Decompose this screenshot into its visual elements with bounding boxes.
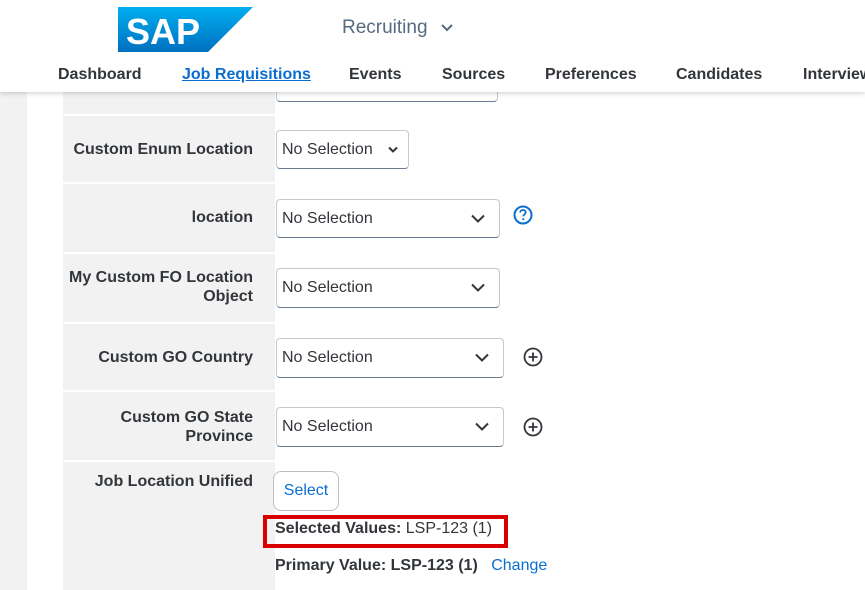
custom-go-country-select[interactable]: No Selection [276, 338, 504, 378]
field-label: Job Location Unified [94, 473, 253, 490]
field-label: location [191, 209, 253, 226]
logo-text: SAP [126, 11, 200, 52]
primary-value: Primary Value: LSP-123 (1) Change [275, 557, 547, 575]
nav-events[interactable]: Events [349, 66, 401, 84]
select-value: No Selection [282, 140, 373, 158]
field-label-line1: My Custom FO Location [69, 269, 253, 286]
location-select[interactable]: No Selection [276, 199, 500, 238]
nav-dashboard[interactable]: Dashboard [58, 66, 142, 84]
field-label: Custom Enum Location [73, 141, 253, 158]
select-value: No Selection [282, 279, 373, 296]
sap-logo[interactable]: SAP [118, 7, 253, 52]
field-label-line1: Custom GO State [120, 409, 253, 426]
chevron-down-icon [441, 24, 453, 32]
select-button[interactable]: Select [273, 471, 339, 511]
add-circle-icon[interactable] [523, 417, 543, 437]
field-label-line2: Province [185, 428, 253, 445]
add-circle-icon[interactable] [523, 347, 543, 367]
left-gutter [0, 92, 27, 590]
my-custom-fo-location-select[interactable]: No Selection [276, 268, 500, 308]
label-cell-custom-enum-location: Custom Enum Location [63, 116, 275, 182]
select-value: No Selection [282, 209, 373, 227]
custom-enum-location-select[interactable]: No Selection [276, 130, 409, 169]
select-value: No Selection [282, 418, 373, 435]
label-cell-top [63, 92, 275, 114]
chevron-down-icon [388, 146, 398, 153]
app-header: SAP Recruiting Dashboard Job Requisition… [0, 0, 865, 92]
nav-job-requisitions[interactable]: Job Requisitions [182, 66, 311, 84]
highlight-box [263, 515, 508, 548]
label-cell-my-custom-fo-location: My Custom FO Location Object [63, 254, 275, 322]
primary-value-value: LSP-123 (1) [390, 557, 478, 574]
label-cell-custom-go-country: Custom GO Country [63, 324, 275, 390]
nav-preferences[interactable]: Preferences [545, 66, 637, 84]
change-link[interactable]: Change [491, 557, 547, 574]
nav-interview[interactable]: Interview [803, 66, 865, 84]
primary-value-label: Primary Value: [275, 557, 387, 574]
chevron-down-icon [471, 214, 485, 223]
module-switcher[interactable]: Recruiting [342, 17, 453, 39]
field-label: Custom GO Country [98, 349, 253, 366]
label-cell-location: location [63, 184, 275, 252]
custom-go-state-province-select[interactable]: No Selection [276, 407, 504, 447]
module-label: Recruiting [342, 17, 428, 38]
label-cell-custom-go-state-province: Custom GO State Province [63, 392, 275, 460]
nav-candidates[interactable]: Candidates [676, 66, 762, 84]
nav-sources[interactable]: Sources [442, 66, 505, 84]
field-label: Custom GO State Province [63, 408, 253, 446]
help-icon[interactable] [513, 205, 533, 225]
field-label: My Custom FO Location Object [63, 268, 253, 306]
chevron-down-icon [475, 422, 489, 431]
chevron-down-icon [475, 353, 489, 362]
select-value: No Selection [282, 349, 373, 366]
field-label-line2: Object [203, 288, 253, 305]
label-cell-job-location-unified: Job Location Unified [63, 462, 275, 590]
chevron-down-icon [471, 283, 485, 292]
